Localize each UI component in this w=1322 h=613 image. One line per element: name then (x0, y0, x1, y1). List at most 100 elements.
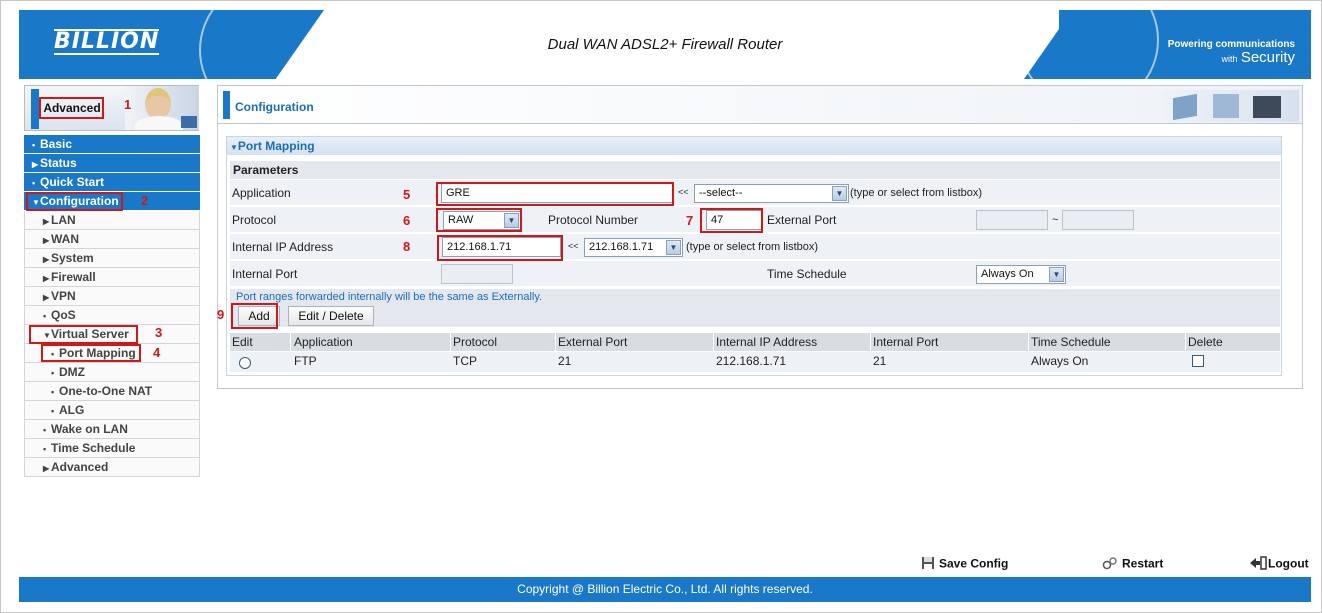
internal-port-label: Internal Port (232, 267, 298, 281)
sidebar-item-dmz[interactable]: • DMZ (24, 363, 200, 382)
caret-right-icon: ▶ (43, 293, 50, 302)
sidebar-item-firewall[interactable]: ▶ Firewall (24, 268, 200, 287)
caret-right-icon: ▶ (43, 274, 50, 283)
sidebar-item-wake-on-lan[interactable]: • Wake on LAN (24, 420, 200, 439)
chevron-down-icon: ▼ (1049, 267, 1064, 282)
section-title: Port Mapping (237, 139, 315, 153)
sidebar-item-system[interactable]: ▶ System (24, 249, 200, 268)
bullet-icon: • (32, 140, 36, 150)
row-internal-port: 21 (873, 354, 887, 368)
sidebar-item-label: Basic (40, 137, 73, 151)
col-header-application: Application (294, 335, 353, 349)
restart-icon (1102, 556, 1118, 573)
header-banner: BILLION Dual WAN ADSL2+ Firewall Router … (19, 10, 1311, 79)
bullet-icon: • (51, 368, 55, 378)
parameters-header: Parameters (230, 161, 1280, 179)
bullet-icon: • (32, 178, 36, 188)
sidebar-item-label: One-to-One NAT (59, 384, 153, 398)
content-header: Configuration (218, 86, 1302, 124)
internal-ip-select[interactable]: 212.168.1.71 ▼ (584, 238, 683, 257)
mode-panel-bar (31, 89, 39, 129)
caret-right-icon: ▶ (43, 236, 50, 245)
port-mapping-section: ▼Port Mapping Parameters Application GRE… (226, 136, 1282, 376)
external-port-label: External Port (767, 213, 837, 227)
annotation-5: 5 (403, 187, 411, 202)
restart-link[interactable]: Restart (1102, 556, 1163, 573)
time-schedule-label: Time Schedule (767, 267, 847, 281)
floppy-disk-icon (921, 556, 935, 573)
sidebar-item-qos[interactable]: • QoS (24, 306, 200, 325)
sidebar-item-label: Quick Start (40, 175, 105, 189)
chevron-down-icon: ▼ (832, 186, 847, 201)
annotation-4: 4 (153, 345, 161, 360)
annotation-2: 2 (141, 193, 149, 208)
sidebar-item-vpn[interactable]: ▶ VPN (24, 287, 200, 306)
external-port-from-input[interactable] (976, 210, 1048, 230)
sidebar-item-wan[interactable]: ▶ WAN (24, 230, 200, 249)
sidebar-item-label: Time Schedule (51, 441, 136, 455)
protocol-label: Protocol (232, 213, 277, 227)
sidebar-item-time-schedule[interactable]: • Time Schedule (24, 439, 200, 458)
sidebar-item-label: WAN (51, 232, 79, 246)
page-title: Configuration (235, 100, 314, 114)
sidebar-item-advanced[interactable]: ▶ Advanced (24, 458, 200, 477)
logout-link[interactable]: Logout (1249, 556, 1309, 573)
highlight-box-1 (39, 97, 104, 119)
highlight-box-3 (29, 325, 138, 344)
sidebar-item-label: QoS (51, 308, 76, 322)
sidebar-item-label: Firewall (51, 270, 96, 284)
row-external-port: 21 (558, 354, 572, 368)
row-edit-radio[interactable] (239, 357, 251, 369)
highlight-box-8 (437, 235, 563, 261)
content-panel: Configuration ▼Port Mapping Parameters A… (217, 85, 1303, 389)
application-select-value: --select-- (699, 187, 743, 199)
external-port-to-input[interactable] (1062, 210, 1134, 230)
tagline-line-2: with (1221, 54, 1238, 64)
col-header-edit: Edit (232, 335, 253, 349)
sidebar-item-label: DMZ (59, 365, 85, 379)
caret-right-icon: ▶ (43, 464, 50, 473)
footer: Copyright @ Billion Electric Co., Ltd. A… (19, 577, 1311, 602)
internal-ip-hint: (type or select from listbox) (686, 241, 819, 253)
application-hint: (type or select from listbox) (850, 187, 983, 199)
sidebar-item-one-to-one-nat[interactable]: • One-to-One NAT (24, 382, 200, 401)
time-schedule-select[interactable]: Always On ▼ (976, 265, 1066, 284)
sidebar-item-basic[interactable]: • Basic (24, 135, 200, 154)
col-header-time-schedule: Time Schedule (1031, 335, 1111, 349)
caret-down-icon: ▼ (230, 143, 238, 152)
highlight-box-4 (41, 344, 141, 362)
arrows-label: << (678, 187, 689, 197)
save-config-link[interactable]: Save Config (921, 556, 1008, 573)
port-range-note: Port ranges forwarded internally will be… (236, 291, 543, 303)
sidebar-item-label: ALG (59, 403, 85, 417)
sidebar-item-label: Status (40, 156, 77, 170)
sidebar-item-label: Wake on LAN (51, 422, 128, 436)
bullet-icon: • (51, 406, 55, 416)
sidebar-item-quick-start[interactable]: • Quick Start (24, 173, 200, 192)
row-delete-checkbox[interactable] (1192, 355, 1204, 367)
section-header[interactable]: ▼Port Mapping (227, 137, 1281, 155)
internal-ip-label: Internal IP Address (232, 240, 334, 254)
highlight-box-9 (231, 303, 278, 329)
col-header-delete: Delete (1188, 335, 1223, 349)
sidebar-item-label: Advanced (51, 460, 109, 474)
save-config-label: Save Config (939, 556, 1009, 571)
col-header-protocol: Protocol (453, 335, 498, 349)
sidebar-item-status[interactable]: ▶ Status (24, 154, 200, 173)
sidebar-item-lan[interactable]: ▶ LAN (24, 211, 200, 230)
internal-port-input[interactable] (441, 264, 513, 284)
bullet-icon: • (43, 311, 47, 321)
highlight-box-5 (436, 182, 674, 206)
edit-delete-button[interactable]: Edit / Delete (288, 306, 374, 326)
table-row: FTP TCP 21 212.168.1.71 21 Always On (230, 352, 1280, 372)
sidebar-item-alg[interactable]: • ALG (24, 401, 200, 420)
sidebar-item-label: System (51, 251, 94, 265)
restart-label: Restart (1122, 556, 1164, 571)
tagline-line-3: Security (1240, 49, 1295, 66)
chevron-down-icon: ▼ (666, 240, 681, 255)
highlight-box-6 (436, 208, 522, 232)
caret-right-icon: ▶ (43, 217, 50, 226)
col-header-internal-port: Internal Port (873, 335, 939, 349)
row-application: FTP (294, 354, 317, 368)
application-select[interactable]: --select-- ▼ (694, 184, 849, 203)
